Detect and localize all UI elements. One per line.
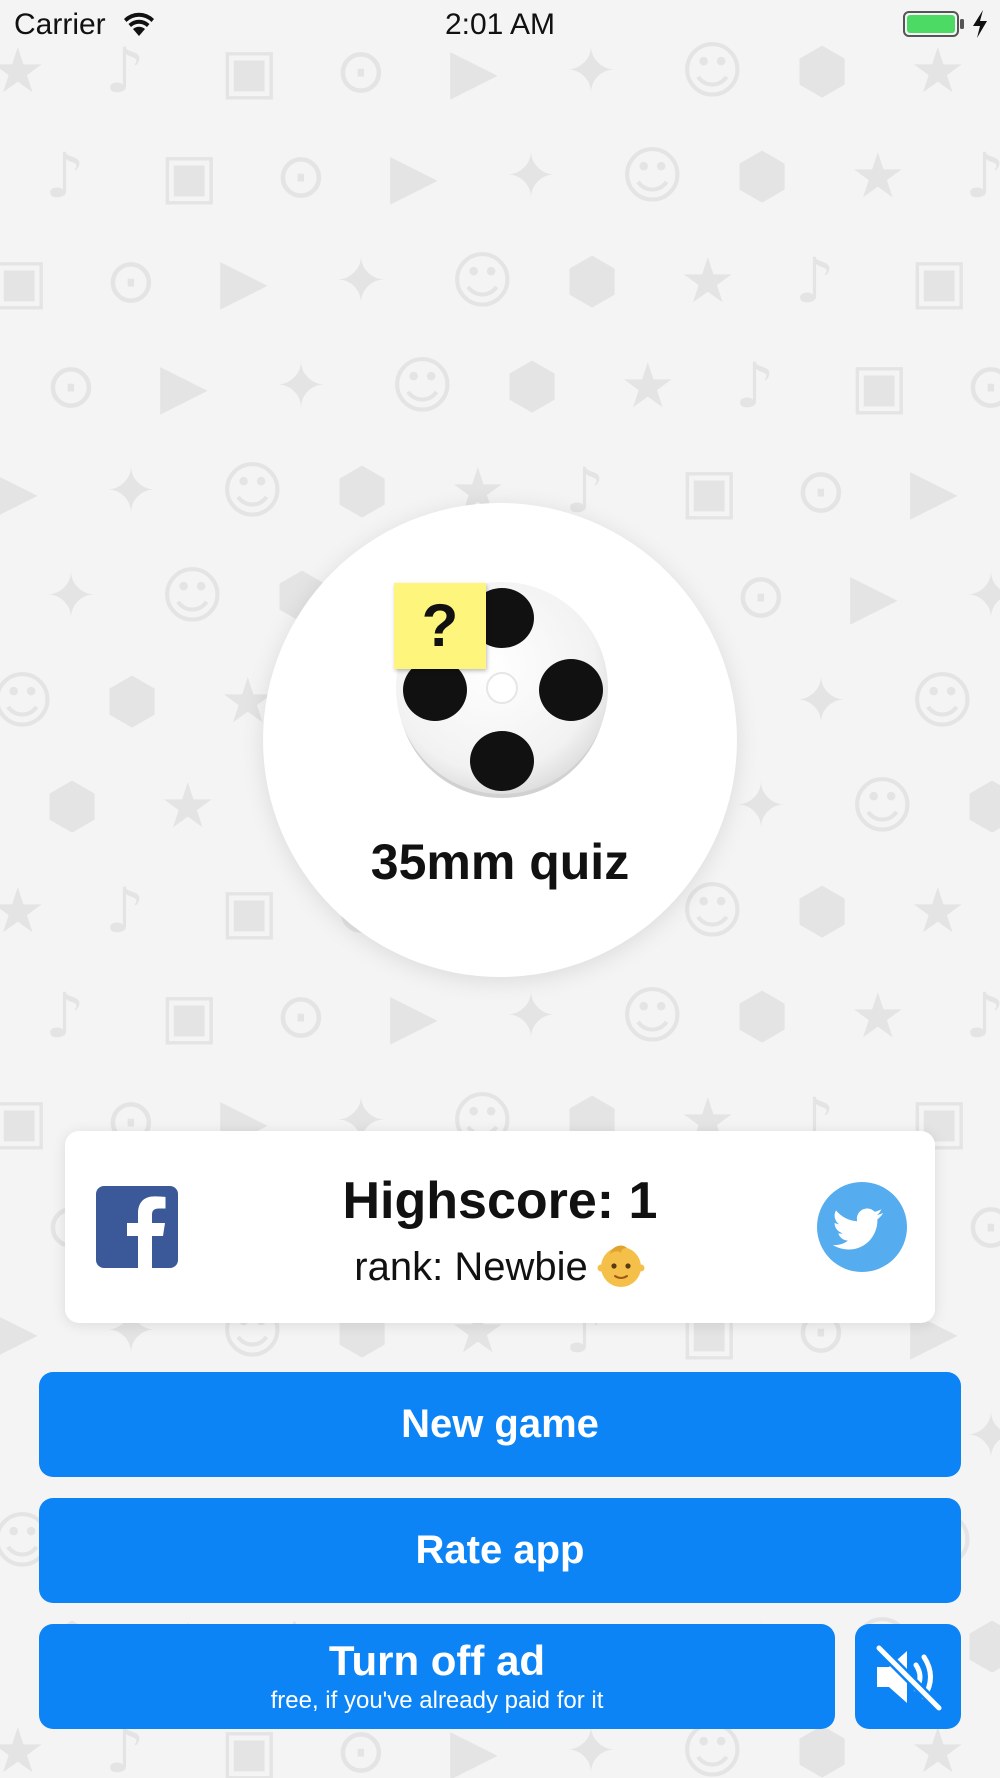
background-pattern-icon: ★ <box>0 1714 46 1778</box>
speaker-muted-icon <box>874 1643 944 1713</box>
background-pattern-icon: ✦ <box>735 769 787 842</box>
background-pattern-icon: ▣ <box>160 139 219 212</box>
background-pattern-icon: ☺ <box>620 139 685 212</box>
background-pattern-icon: ▶ <box>0 1294 38 1367</box>
twitter-share-button[interactable] <box>817 1182 907 1272</box>
rank-line: rank: Newbie <box>205 1245 795 1290</box>
background-pattern-icon: ⬢ <box>45 769 100 842</box>
background-pattern-icon: ▣ <box>850 349 909 422</box>
background-pattern-icon: ☺ <box>450 244 515 317</box>
background-pattern-icon: ▣ <box>0 244 49 317</box>
background-pattern-icon: ▶ <box>390 979 438 1052</box>
background-pattern-icon: ♪ <box>45 139 85 212</box>
mute-button[interactable] <box>855 1624 961 1729</box>
turn-off-ad-subtitle: free, if you've already paid for it <box>270 1687 604 1714</box>
background-pattern-icon: ▣ <box>0 1084 49 1157</box>
background-pattern-icon: ☺ <box>160 559 225 632</box>
background-pattern-icon: ☺ <box>220 454 285 527</box>
background-pattern-icon: ☺ <box>390 349 455 422</box>
background-pattern-icon: ⊙ <box>275 979 327 1052</box>
new-game-button[interactable]: New game <box>39 1372 961 1477</box>
app-title: 35mm quiz <box>370 834 630 890</box>
background-pattern-icon: ♪ <box>735 349 775 422</box>
battery-icon <box>903 11 964 37</box>
background-pattern-icon: ✦ <box>45 559 97 632</box>
background-pattern-icon: ▶ <box>0 454 38 527</box>
background-pattern-icon: ▶ <box>850 559 898 632</box>
background-pattern-icon: ☺ <box>850 769 915 842</box>
background-pattern-icon: ♪ <box>965 979 1000 1052</box>
background-pattern-icon: ✦ <box>275 349 327 422</box>
background-pattern-icon: ♪ <box>105 874 145 947</box>
background-pattern-icon: ☺ <box>910 664 975 737</box>
background-pattern-icon: ⊙ <box>735 559 787 632</box>
background-pattern-icon: ⬢ <box>105 664 160 737</box>
background-pattern-icon: ⊙ <box>45 349 97 422</box>
turn-off-ad-button[interactable]: Turn off ad free, if you've already paid… <box>39 1624 835 1729</box>
background-pattern-icon: ★ <box>850 979 906 1052</box>
background-pattern-icon: ♪ <box>565 454 605 527</box>
background-pattern-icon: ⬢ <box>735 979 790 1052</box>
background-pattern-icon: ⬢ <box>795 874 850 947</box>
background-pattern-icon: ⬢ <box>965 1609 1000 1682</box>
rank-text: rank: Newbie <box>354 1245 588 1289</box>
facebook-icon <box>127 1196 166 1268</box>
background-pattern-icon: ☺ <box>620 979 685 1052</box>
background-pattern-icon: ▶ <box>220 244 268 317</box>
background-pattern-icon: ▶ <box>160 349 208 422</box>
background-pattern-icon: ▣ <box>160 979 219 1052</box>
background-pattern-icon: ⬢ <box>735 139 790 212</box>
facebook-share-button[interactable] <box>96 1186 178 1268</box>
background-pattern-icon: ♪ <box>45 979 85 1052</box>
background-pattern-icon: ☺ <box>0 664 55 737</box>
background-pattern-icon: ♪ <box>795 244 835 317</box>
highscore-card: Highscore: 1 rank: Newbie <box>65 1131 935 1323</box>
background-pattern-icon: ▣ <box>910 244 969 317</box>
logo-disc: ? 35mm quiz <box>263 503 737 977</box>
background-pattern-icon: ⊙ <box>965 1189 1000 1262</box>
background-pattern-icon: ✦ <box>505 979 557 1052</box>
background-pattern-icon: ✦ <box>965 559 1000 632</box>
baby-face-emoji <box>597 1245 645 1288</box>
background-pattern-icon: ⊙ <box>965 349 1000 422</box>
background-pattern-icon: ★ <box>620 349 676 422</box>
background-pattern-icon: ▣ <box>680 454 739 527</box>
background-pattern-icon: ✦ <box>505 139 557 212</box>
background-pattern-icon: ★ <box>910 874 966 947</box>
background-pattern-icon: ⬢ <box>335 454 390 527</box>
question-mark-note: ? <box>394 583 486 669</box>
background-pattern-icon: ▶ <box>390 139 438 212</box>
status-bar: Carrier 2:01 AM <box>0 0 1000 50</box>
background-pattern-icon: ★ <box>850 139 906 212</box>
background-pattern-icon: ⬢ <box>505 349 560 422</box>
background-pattern-icon: ⬢ <box>565 244 620 317</box>
background-pattern-icon: ♪ <box>965 139 1000 212</box>
twitter-icon <box>832 1208 883 1250</box>
background-pattern-icon: ▶ <box>910 454 958 527</box>
clock: 2:01 AM <box>444 8 556 41</box>
background-pattern-icon: ✦ <box>335 244 387 317</box>
turn-off-ad-label: Turn off ad <box>328 1637 546 1684</box>
background-pattern-icon: ⊙ <box>795 454 847 527</box>
background-pattern-icon: ⬢ <box>965 769 1000 842</box>
background-pattern-icon: ✦ <box>965 1399 1000 1472</box>
background-pattern-icon: ★ <box>0 874 46 947</box>
rate-app-button[interactable]: Rate app <box>39 1498 961 1603</box>
highscore-text: Highscore: 1 <box>342 1172 658 1230</box>
background-pattern-icon: ★ <box>160 769 216 842</box>
charging-icon <box>973 10 987 38</box>
background-pattern-icon: ★ <box>680 244 736 317</box>
background-pattern-icon: ⊙ <box>275 139 327 212</box>
background-pattern-icon: ✦ <box>795 664 847 737</box>
background-pattern-icon: ⊙ <box>105 244 157 317</box>
background-pattern-icon: ✦ <box>105 454 157 527</box>
